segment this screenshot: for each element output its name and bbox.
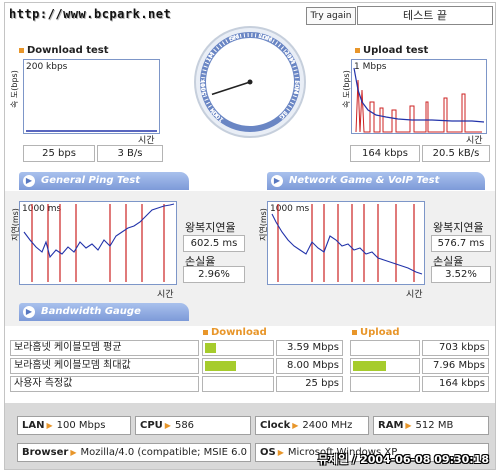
game-trace xyxy=(271,204,423,282)
upload-bar xyxy=(350,340,420,356)
ping-rtt-label: 왕복지연율 xyxy=(185,221,236,234)
download-y-label: 속 도(bps) xyxy=(10,70,19,108)
arrow-right-icon: ▶ xyxy=(70,448,77,457)
upload-value: 164 kbps xyxy=(422,376,489,392)
arrow-right-icon: ▶ xyxy=(292,421,299,430)
download-bar-fill xyxy=(205,343,217,353)
upload-test-title: Upload test xyxy=(355,45,428,56)
ping-section: 지연(ms) 1000 ms 왕복지연율 602.5 ms 손실율 2.96% … xyxy=(5,191,495,326)
dial-tick xyxy=(201,73,206,75)
arrow-right-icon: ▶ xyxy=(164,421,171,430)
bullet-icon xyxy=(203,329,208,335)
test-status: 테스트 끝 xyxy=(357,6,493,25)
arrow-right-icon: ▶ xyxy=(405,421,412,430)
gauge-row-label: 보라홈넷 케이블모뎀 최대값 xyxy=(10,358,199,374)
download-trace xyxy=(26,130,157,132)
download-bar-fill xyxy=(205,361,236,371)
dial-tick xyxy=(294,73,299,75)
tab-bandwidth-gauge[interactable]: ▶ Bandwidth Gauge xyxy=(19,303,189,321)
browser-info: Browser ▶ Mozilla/4.0 (compatible; MSIE 6.… xyxy=(17,443,251,462)
speed-gauge-dial: 100k500k1M5M 10M20M50M1G xyxy=(194,26,306,138)
ping-graph: 1000 ms xyxy=(19,201,177,285)
game-loss-value: 3.52% xyxy=(431,266,491,283)
tab-network-game[interactable]: ▶ Network Game & VoIP Test xyxy=(267,172,485,190)
download-bar xyxy=(202,340,274,356)
lan-info: LAN ▶ 100 Mbps xyxy=(17,416,131,435)
tab-general-ping[interactable]: ▶ General Ping Test xyxy=(19,172,189,190)
download-value: 25 bps xyxy=(276,376,343,392)
download-bps: 25 bps xyxy=(23,145,95,162)
game-rtt-label: 왕복지연율 xyxy=(433,221,484,234)
bullet-icon xyxy=(19,47,24,53)
bullet-icon xyxy=(352,329,357,335)
ram-info: RAM ▶ 512 MB xyxy=(373,416,489,435)
ping-trace xyxy=(23,203,175,282)
game-x-label: 시간 xyxy=(406,290,423,300)
download-test-title: Download test xyxy=(19,45,109,56)
gauge-upload-header: Upload xyxy=(352,327,399,338)
arrow-right-icon: ▶ xyxy=(277,448,284,457)
upload-bps: 164 kbps xyxy=(350,145,420,162)
upload-trace xyxy=(353,67,485,133)
download-bar xyxy=(202,376,274,392)
download-bytes: 3 B/s xyxy=(97,145,163,162)
try-again-button[interactable]: Try again xyxy=(306,7,356,25)
arrow-right-icon: ▶ xyxy=(271,175,283,187)
clock-info: Clock ▶ 2400 MHz xyxy=(255,416,369,435)
download-value: 8.00 Mbps xyxy=(276,358,343,374)
upload-bytes: 20.5 kB/s xyxy=(422,145,490,162)
arrow-right-icon: ▶ xyxy=(46,421,53,430)
arrow-right-icon: ▶ xyxy=(23,306,35,318)
ping-x-label: 시간 xyxy=(157,290,174,300)
upload-bar xyxy=(350,358,420,374)
site-url: http://www.bcpark.net xyxy=(9,7,172,21)
download-graph: 200 kbps xyxy=(23,59,160,134)
timestamp-watermark: 뮤제일 / 2004-06-08 09:30:18 xyxy=(318,453,489,466)
cpu-info: CPU ▶ 586 xyxy=(135,416,251,435)
upload-value: 703 kbps xyxy=(422,340,489,356)
bullet-icon xyxy=(355,47,360,53)
ping-rtt-value: 602.5 ms xyxy=(183,235,245,252)
arrow-right-icon: ▶ xyxy=(23,175,35,187)
game-graph: 1000 ms xyxy=(267,201,425,285)
gauge-row-label: 사용자 측정값 xyxy=(10,376,199,392)
upload-bar-fill xyxy=(353,361,387,371)
speed-test-panel: http://www.bcpark.net Try again 테스트 끝 Do… xyxy=(4,2,496,470)
upload-graph: 1 Mbps xyxy=(351,59,487,134)
upload-bar xyxy=(350,376,420,392)
gauge-download-header: Download xyxy=(203,327,267,338)
download-bar xyxy=(202,358,274,374)
ping-loss-value: 2.96% xyxy=(183,266,245,283)
download-value: 3.59 Mbps xyxy=(276,340,343,356)
gauge-row-label: 보라홈넷 케이블모뎀 평균 xyxy=(10,340,199,356)
game-rtt-value: 576.7 ms xyxy=(431,235,491,252)
upload-value: 7.96 Mbps xyxy=(422,358,489,374)
